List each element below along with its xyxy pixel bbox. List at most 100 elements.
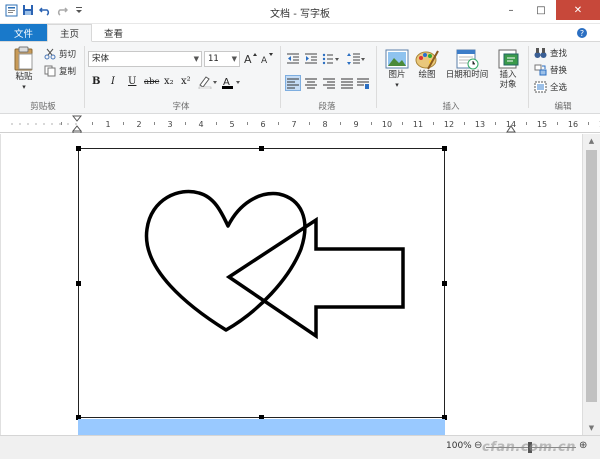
find-button[interactable]: 查找 <box>534 47 567 59</box>
insert-drawing-button[interactable]: 绘图 <box>414 48 440 80</box>
replace-button[interactable]: 替换 <box>534 64 567 76</box>
ruler-dot <box>51 123 53 125</box>
svg-text:?: ? <box>580 29 584 38</box>
text-selection-highlight <box>78 419 445 435</box>
help-icon[interactable]: ? <box>564 24 600 41</box>
increase-indent-icon[interactable] <box>304 52 318 66</box>
resize-handle-top[interactable] <box>259 146 264 151</box>
font-size-select[interactable]: 11 ▼ <box>204 51 240 67</box>
copy-icon <box>44 65 56 77</box>
ruler-number: 3 <box>167 120 172 129</box>
group-label-paragraph: 段落 <box>318 102 336 112</box>
resize-handle-top-left[interactable] <box>76 146 81 151</box>
group-label-font: 字体 <box>172 102 190 112</box>
scroll-down-icon[interactable]: ▼ <box>583 421 600 435</box>
group-font: 宋体 ▼ 11 ▼ A A B I U abc x₂ x² A 字体 <box>86 44 276 112</box>
bullet-list-icon[interactable] <box>322 52 340 66</box>
svg-text:A: A <box>244 53 252 64</box>
ruler-dot <box>11 123 13 125</box>
justify-icon[interactable] <box>340 76 354 90</box>
ruler-dot <box>19 123 21 125</box>
ruler[interactable]: 123456789101112131415161718 <box>0 115 600 133</box>
object-label-line1: 插入 <box>499 70 517 80</box>
scroll-up-icon[interactable]: ▲ <box>583 134 600 148</box>
italic-button[interactable]: I <box>111 76 115 87</box>
ruler-number: 12 <box>444 120 454 129</box>
heart-shape <box>144 189 307 332</box>
align-right-icon[interactable] <box>322 76 336 90</box>
cut-label: 剪切 <box>59 50 77 60</box>
tab-home[interactable]: 主页 <box>47 24 93 42</box>
group-divider <box>376 46 377 108</box>
copy-button[interactable]: 复制 <box>44 65 76 77</box>
paste-label: 粘贴 <box>15 72 33 82</box>
shrink-font-button[interactable]: A <box>261 52 274 64</box>
paste-icon <box>14 46 33 71</box>
zoom-in-icon[interactable]: ⊕ <box>579 440 587 451</box>
font-family-value: 宋体 <box>92 54 110 64</box>
tab-file[interactable]: 文件 <box>0 24 48 41</box>
replace-icon <box>534 64 547 76</box>
zoom-level: 100% <box>446 441 472 451</box>
align-left-icon[interactable] <box>285 75 301 91</box>
tab-view[interactable]: 查看 <box>92 24 135 41</box>
insert-datetime-button[interactable]: 日期和时间 <box>442 48 492 80</box>
grow-font-button[interactable]: A <box>244 52 257 64</box>
maximize-button[interactable]: □ <box>526 0 556 20</box>
bold-button[interactable]: B <box>92 76 100 87</box>
insert-picture-button[interactable]: 图片 ▾ <box>382 48 412 90</box>
strikethrough-button[interactable]: abc <box>144 77 159 87</box>
underline-button[interactable]: U <box>128 76 136 87</box>
arrow-shape <box>225 216 405 340</box>
align-center-icon[interactable] <box>304 76 318 90</box>
subscript-button[interactable]: x₂ <box>164 76 174 87</box>
line-spacing-icon[interactable] <box>346 52 366 66</box>
paint-palette-icon <box>415 50 439 70</box>
resize-handle-right[interactable] <box>442 281 447 286</box>
embedded-picture[interactable] <box>76 146 447 420</box>
indent-marker-icon[interactable] <box>72 115 82 133</box>
resize-handle-left[interactable] <box>76 281 81 286</box>
grow-font-icon: A <box>244 53 257 64</box>
highlight-color-button[interactable] <box>198 75 218 89</box>
shrink-font-icon: A <box>261 53 273 64</box>
superscript-button[interactable]: x² <box>181 76 191 87</box>
select-all-button[interactable]: 全选 <box>534 81 567 93</box>
group-paragraph: 段落 <box>282 44 372 112</box>
ruler-number: 8 <box>322 120 327 129</box>
ribbon-tabs: 文件 主页 查看 ? <box>0 24 600 42</box>
decrease-indent-icon[interactable] <box>286 52 300 66</box>
select-all-icon <box>534 81 547 93</box>
ruler-dot <box>35 123 37 125</box>
chevron-down-icon: ▼ <box>231 55 237 63</box>
ruler-number: 2 <box>136 120 141 129</box>
group-divider <box>84 46 85 108</box>
watermark: cfan.com.cn <box>482 440 576 455</box>
heart-arrow-drawing <box>144 189 405 340</box>
picture-icon <box>385 49 409 69</box>
insert-object-icon <box>498 49 519 69</box>
scrollbar-thumb[interactable] <box>586 150 597 402</box>
ruler-number: 5 <box>229 120 234 129</box>
right-indent-marker-icon[interactable] <box>506 124 516 133</box>
scissors-icon <box>44 48 56 60</box>
ruler-dot <box>43 123 45 125</box>
object-label-line2: 对象 <box>499 80 517 90</box>
ruler-dot <box>59 123 61 125</box>
group-label-clipboard: 剪贴板 <box>30 102 56 112</box>
resize-handle-top-right[interactable] <box>442 146 447 151</box>
group-insert: 图片 ▾ 绘图 日期和时间 插入 对象 插入 <box>378 44 524 112</box>
binoculars-icon <box>534 48 547 58</box>
insert-object-button[interactable]: 插入 对象 <box>494 48 522 90</box>
minimize-button[interactable]: – <box>496 0 526 20</box>
vertical-scrollbar[interactable]: ▲ ▼ <box>582 134 600 435</box>
paste-button[interactable]: 粘贴 ▾ <box>10 46 38 92</box>
ruler-number: 15 <box>537 120 547 129</box>
font-family-select[interactable]: 宋体 ▼ <box>88 51 202 67</box>
paragraph-settings-icon[interactable] <box>356 76 370 90</box>
ribbon: 粘贴 ▾ 剪切 复制 剪贴板 宋体 ▼ 11 ▼ A A B I U abc x… <box>0 42 600 114</box>
cut-button[interactable]: 剪切 <box>44 48 76 60</box>
document-area[interactable] <box>0 134 582 435</box>
font-color-button[interactable]: A <box>222 75 242 89</box>
close-button[interactable]: ✕ <box>556 0 600 20</box>
